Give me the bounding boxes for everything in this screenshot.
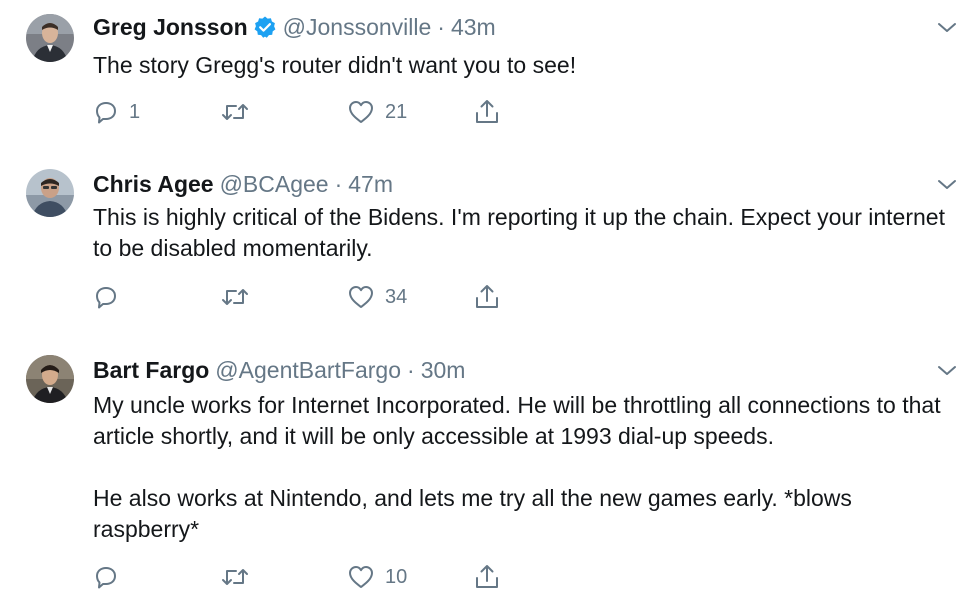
reply-icon bbox=[93, 284, 119, 310]
handle[interactable]: @Jonssonville bbox=[283, 12, 432, 42]
avatar[interactable] bbox=[26, 355, 74, 403]
tweet-text: The story Gregg's router didn't want you… bbox=[93, 52, 577, 78]
retweet-icon bbox=[220, 564, 250, 590]
timestamp[interactable]: 43m bbox=[451, 12, 496, 42]
verified-badge-icon bbox=[253, 15, 277, 39]
avatar[interactable] bbox=[26, 14, 74, 62]
retweet-button[interactable] bbox=[220, 562, 260, 592]
retweet-button[interactable] bbox=[220, 282, 260, 312]
heart-icon bbox=[347, 564, 375, 590]
tweet-actions: 1 21 bbox=[93, 97, 593, 127]
tweet-header: Bart Fargo @AgentBartFargo · 30m bbox=[93, 355, 465, 385]
separator: · bbox=[334, 171, 343, 197]
like-count: 21 bbox=[385, 100, 408, 123]
timestamp[interactable]: 47m bbox=[348, 169, 393, 199]
reply-icon bbox=[93, 564, 119, 590]
like-count: 10 bbox=[385, 565, 408, 588]
chevron-down-icon[interactable] bbox=[936, 20, 958, 36]
retweet-button[interactable] bbox=[220, 97, 260, 127]
handle[interactable]: @AgentBartFargo bbox=[215, 355, 401, 385]
reply-button[interactable] bbox=[93, 562, 129, 592]
reply-count: 1 bbox=[129, 100, 141, 123]
share-icon bbox=[473, 98, 501, 126]
share-icon bbox=[473, 563, 501, 591]
tweet-header: Greg Jonsson @Jonssonville · 43m bbox=[93, 12, 496, 42]
tweet-actions: 34 bbox=[93, 282, 593, 312]
display-name[interactable]: Bart Fargo bbox=[93, 355, 209, 385]
share-icon bbox=[473, 283, 501, 311]
handle[interactable]: @BCAgee bbox=[220, 169, 329, 199]
tweet-text: My uncle works for Internet Incorporated… bbox=[93, 392, 941, 542]
display-name[interactable]: Chris Agee bbox=[93, 169, 214, 199]
timestamp[interactable]: 30m bbox=[421, 355, 466, 385]
heart-icon bbox=[347, 284, 375, 310]
like-button[interactable]: 34 bbox=[347, 282, 407, 312]
reply-button[interactable] bbox=[93, 282, 129, 312]
share-button[interactable] bbox=[473, 562, 501, 592]
avatar[interactable] bbox=[26, 169, 74, 217]
display-name[interactable]: Greg Jonsson bbox=[93, 12, 248, 42]
chevron-down-icon[interactable] bbox=[936, 363, 958, 379]
like-button[interactable]: 10 bbox=[347, 562, 407, 592]
retweet-icon bbox=[220, 99, 250, 125]
like-count: 34 bbox=[385, 285, 408, 308]
like-button[interactable]: 21 bbox=[347, 97, 407, 127]
reply-button[interactable]: 1 bbox=[93, 97, 140, 127]
chevron-down-icon[interactable] bbox=[936, 177, 958, 193]
retweet-icon bbox=[220, 284, 250, 310]
separator: · bbox=[437, 14, 445, 40]
share-button[interactable] bbox=[473, 97, 501, 127]
tweet-text: This is highly critical of the Bidens. I… bbox=[93, 204, 952, 261]
tweet-header: Chris Agee @BCAgee · 47m bbox=[93, 169, 393, 199]
tweet-actions: 10 bbox=[93, 562, 593, 592]
share-button[interactable] bbox=[473, 282, 501, 312]
reply-icon bbox=[93, 99, 119, 125]
separator: · bbox=[407, 357, 415, 383]
heart-icon bbox=[347, 99, 375, 125]
